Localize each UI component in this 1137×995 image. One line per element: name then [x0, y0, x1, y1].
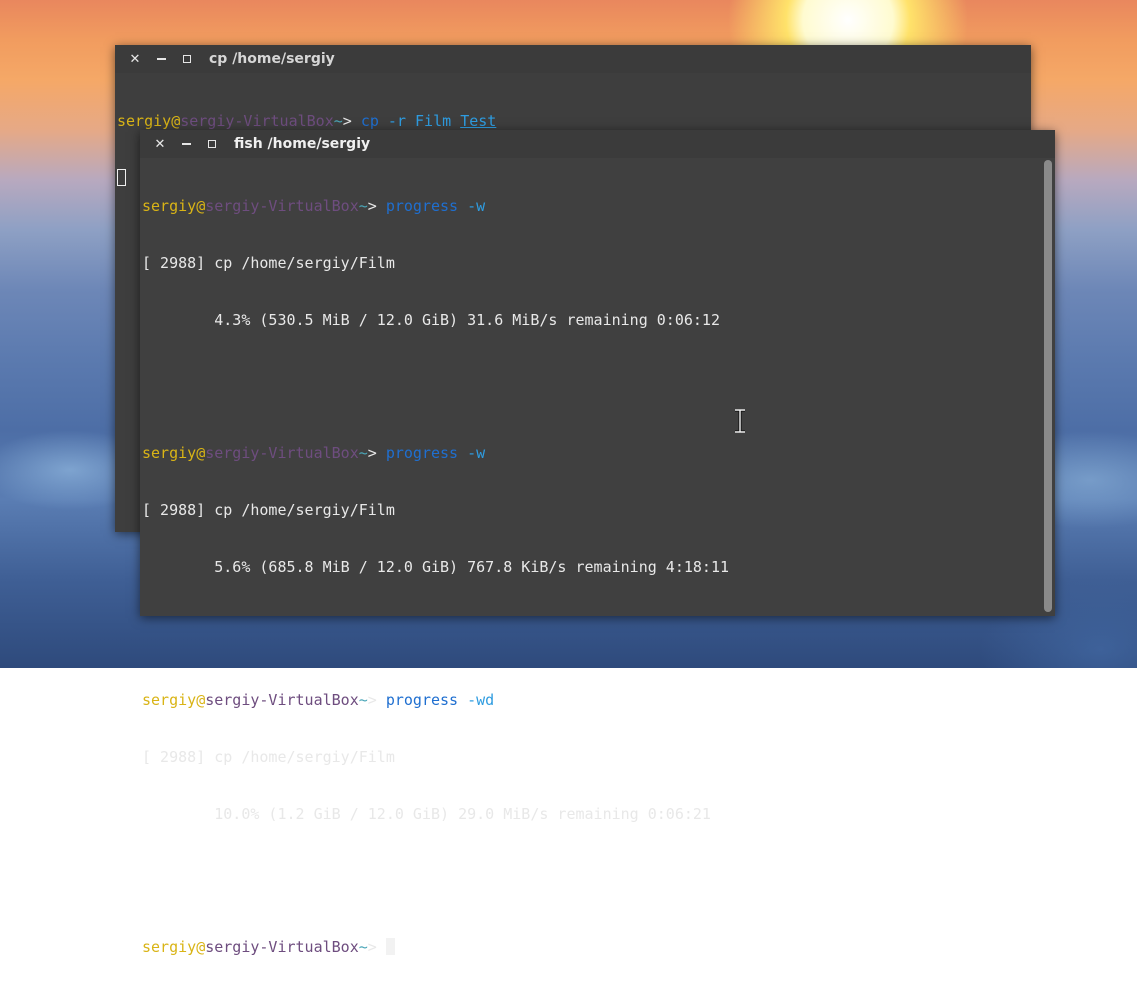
output-line: 5.6% (685.8 MiB / 12.0 GiB) 767.8 KiB/s … [142, 558, 729, 576]
terminal-window-fish[interactable]: ✕ fish /home/sergiy sergiy@sergiy-Virtua… [140, 130, 1055, 956]
prompt-line: sergiy@sergiy-VirtualBox~> cp -r Film Te… [117, 112, 497, 130]
command-text: progress [385, 197, 459, 215]
prompt-line-active[interactable]: sergiy@sergiy-VirtualBox~> [142, 938, 729, 957]
output-line: [ 2988] cp /home/sergiy/Film [142, 748, 395, 766]
maximize-icon[interactable] [204, 136, 220, 152]
close-icon[interactable]: ✕ [152, 136, 168, 152]
output-line: [ 2988] cp /home/sergiy/Film [142, 254, 395, 272]
close-icon[interactable]: ✕ [127, 51, 143, 67]
text-ibeam-icon [735, 409, 745, 433]
command-text: progress [385, 691, 459, 709]
prompt-line: sergiy@sergiy-VirtualBox~> progress -w [142, 197, 486, 215]
vertical-scrollbar[interactable] [1044, 160, 1052, 612]
prompt-line: sergiy@sergiy-VirtualBox~> progress -wd [142, 691, 495, 709]
text-cursor [385, 938, 395, 955]
path-link[interactable]: Test [460, 112, 496, 130]
minimize-icon[interactable] [153, 51, 169, 67]
window-titlebar[interactable]: ✕ cp /home/sergiy [115, 45, 1031, 73]
minimize-icon[interactable] [178, 136, 194, 152]
terminal-output[interactable]: sergiy@sergiy-VirtualBox~> progress -w [… [142, 159, 729, 995]
window-title: fish /home/sergiy [234, 136, 371, 152]
command-text: cp [360, 112, 379, 130]
window-titlebar[interactable]: ✕ fish /home/sergiy [140, 130, 1055, 158]
output-line: 10.0% (1.2 GiB / 12.0 GiB) 29.0 MiB/s re… [142, 805, 711, 823]
prompt-line: sergiy@sergiy-VirtualBox~> progress -w [142, 444, 486, 462]
text-cursor [117, 169, 126, 186]
maximize-icon[interactable] [179, 51, 195, 67]
output-line: 4.3% (530.5 MiB / 12.0 GiB) 31.6 MiB/s r… [142, 311, 720, 329]
output-line: [ 2988] cp /home/sergiy/Film [142, 501, 395, 519]
command-text: progress [385, 444, 459, 462]
window-title: cp /home/sergiy [209, 51, 335, 67]
